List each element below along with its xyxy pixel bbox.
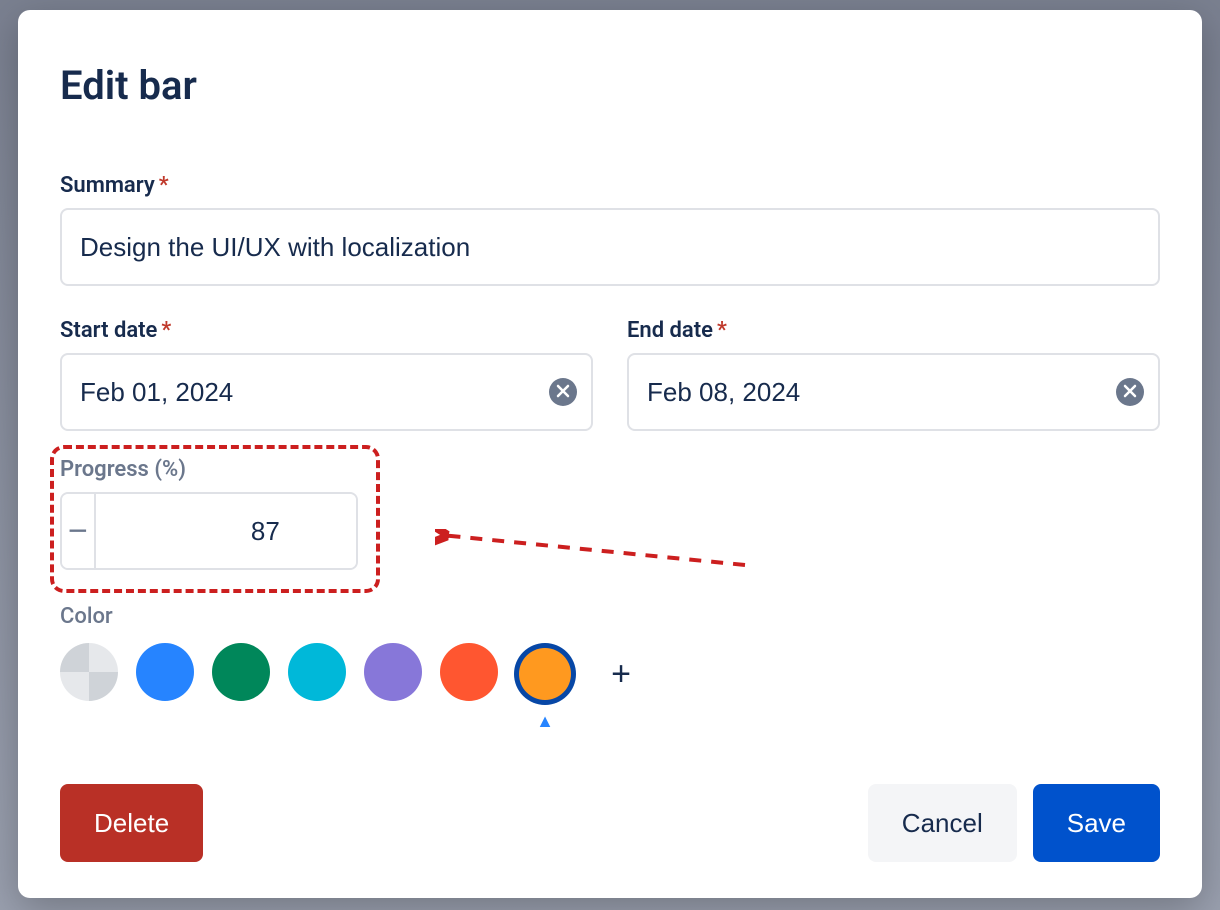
start-date-label-text: Start date [60,318,157,343]
start-date-field: Start date* [60,318,593,431]
close-icon [556,384,570,401]
cancel-button[interactable]: Cancel [868,784,1017,862]
summary-label-text: Summary [60,173,155,198]
end-date-label-text: End date [627,318,713,343]
color-swatch-red[interactable] [440,643,498,701]
required-asterisk: * [159,173,169,198]
selected-color-indicator: ▲ [536,711,554,732]
color-field: Color ▲+ [60,604,1160,705]
progress-field: Progress (%) − + [60,457,420,570]
color-swatch-none[interactable] [60,643,118,701]
start-date-label: Start date* [60,318,593,343]
plus-icon: + [611,655,631,694]
summary-input[interactable] [60,208,1160,286]
end-date-label: End date* [627,318,1160,343]
close-icon [1123,384,1137,401]
color-swatch-row: ▲+ [60,643,1160,705]
progress-stepper: − + [60,492,358,570]
summary-field: Summary* [60,173,1160,286]
add-color-button[interactable]: + [592,645,650,703]
save-button[interactable]: Save [1033,784,1160,862]
end-date-input[interactable] [627,353,1160,431]
color-label: Color [60,604,1160,629]
start-date-clear-button[interactable] [549,378,577,406]
delete-button[interactable]: Delete [60,784,203,862]
modal-backdrop: Edit bar Summary* Start date* [0,0,1220,910]
progress-value-input[interactable] [94,494,358,568]
dialog-footer: Delete Cancel Save [60,784,1160,862]
color-swatch-purple[interactable] [364,643,422,701]
color-swatch-orange[interactable] [519,648,571,700]
start-date-input[interactable] [60,353,593,431]
dialog-title: Edit bar [60,62,1160,109]
progress-label: Progress (%) [60,457,420,482]
progress-decrement-button[interactable]: − [62,494,94,568]
summary-label: Summary* [60,173,1160,198]
end-date-clear-button[interactable] [1116,378,1144,406]
required-asterisk: * [717,318,727,343]
minus-icon: − [68,512,88,551]
color-swatch-blue[interactable] [136,643,194,701]
annotation-arrow [435,529,755,569]
edit-bar-dialog: Edit bar Summary* Start date* [18,10,1202,898]
color-swatch-green[interactable] [212,643,270,701]
end-date-field: End date* [627,318,1160,431]
color-swatch-teal[interactable] [288,643,346,701]
required-asterisk: * [161,318,171,343]
